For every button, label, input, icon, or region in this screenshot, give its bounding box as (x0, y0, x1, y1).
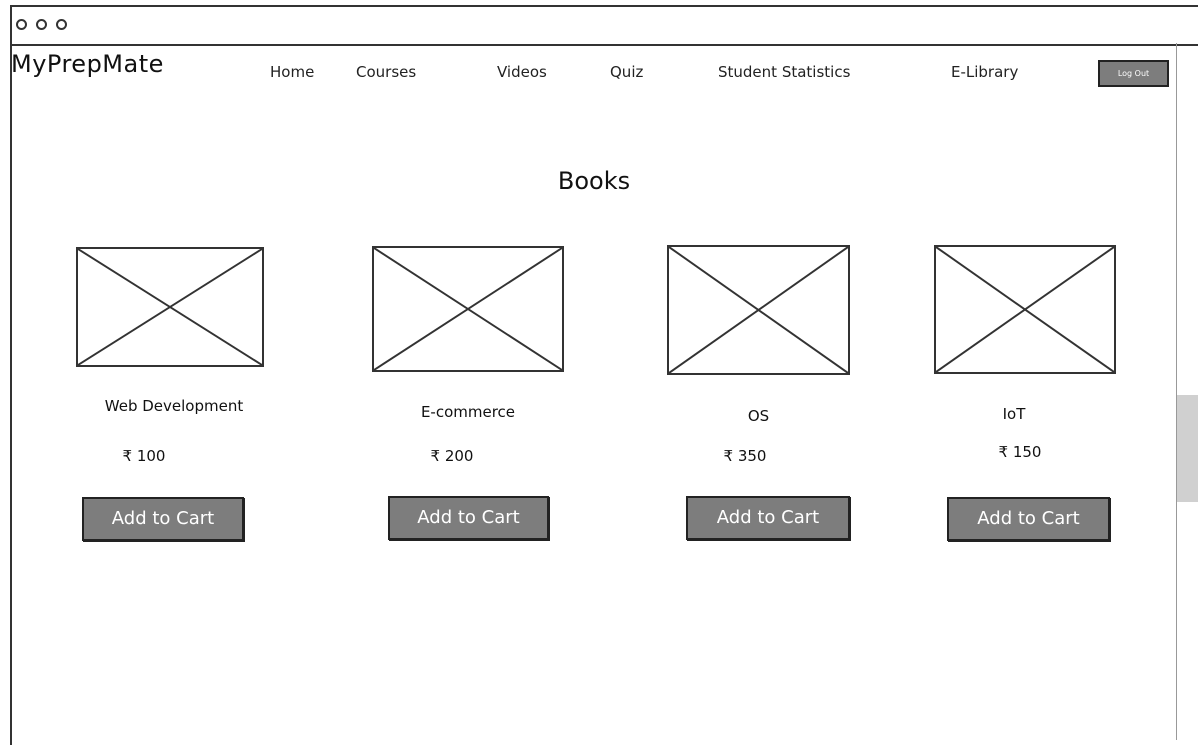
nav-item-home[interactable]: Home (270, 63, 314, 81)
brand-logo[interactable]: MyPrepMate (11, 50, 164, 78)
window-close-dot-icon[interactable] (16, 19, 27, 30)
nav-item-courses[interactable]: Courses (356, 63, 416, 81)
nav-item-videos[interactable]: Videos (497, 63, 547, 81)
logout-button[interactable]: Log Out (1098, 60, 1169, 87)
window-maximize-dot-icon[interactable] (56, 19, 67, 30)
book-thumbnail-image-placeholder-icon[interactable] (934, 245, 1116, 374)
book-price: ₹ 350 (723, 447, 767, 465)
scrollbar-track (1176, 43, 1177, 740)
book-thumbnail-image-placeholder-icon[interactable] (372, 246, 564, 372)
window-minimize-dot-icon[interactable] (36, 19, 47, 30)
book-thumbnail-image-placeholder-icon[interactable] (667, 245, 850, 375)
window-titlebar (12, 7, 1198, 46)
book-price: ₹ 150 (998, 443, 1042, 461)
book-title[interactable]: Web Development (80, 397, 268, 415)
book-price: ₹ 100 (122, 447, 166, 465)
add-to-cart-button[interactable]: Add to Cart (686, 496, 850, 540)
book-title[interactable]: OS (667, 407, 850, 425)
add-to-cart-button[interactable]: Add to Cart (82, 497, 244, 541)
book-thumbnail-image-placeholder-icon[interactable] (76, 247, 264, 367)
nav-item-quiz[interactable]: Quiz (610, 63, 643, 81)
page-title: Books (557, 167, 631, 195)
book-title[interactable]: IoT (934, 405, 1094, 423)
book-price: ₹ 200 (430, 447, 474, 465)
add-to-cart-button[interactable]: Add to Cart (388, 496, 549, 540)
browser-window (10, 5, 1198, 745)
nav-item-e-library[interactable]: E-Library (951, 63, 1018, 81)
scrollbar-thumb[interactable] (1177, 395, 1198, 502)
book-title[interactable]: E-commerce (372, 403, 564, 421)
nav-item-student-statistics[interactable]: Student Statistics (718, 63, 850, 81)
add-to-cart-button[interactable]: Add to Cart (947, 497, 1110, 541)
